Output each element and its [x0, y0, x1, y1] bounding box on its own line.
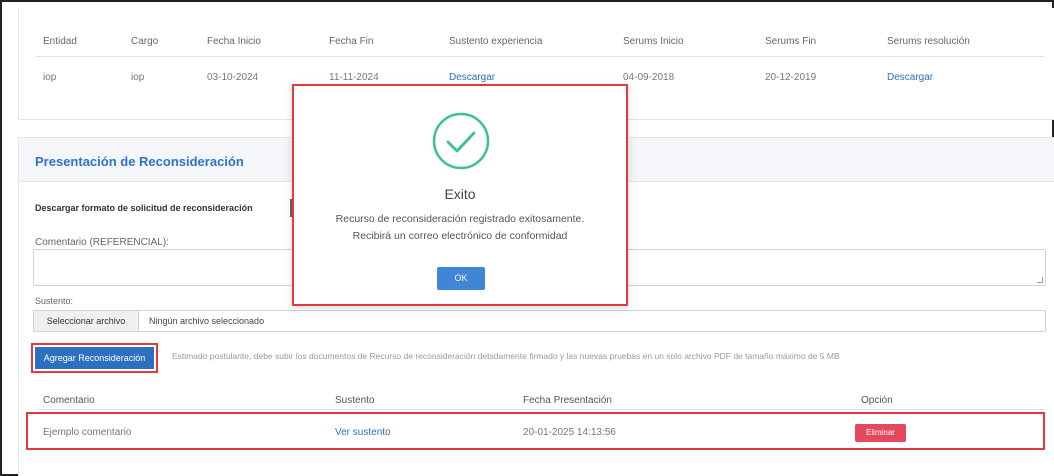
check-circle-icon — [432, 112, 490, 170]
experience-header-divider — [35, 56, 1045, 57]
page-frame: Entidad Cargo Fecha Inicio Fecha Fin Sus… — [0, 0, 1054, 476]
support-label: Sustento: — [35, 296, 74, 306]
header-serums-inicio: Serums Inicio — [623, 36, 684, 47]
section-title: Presentación de Reconsideración — [35, 154, 244, 169]
add-reconsideration-button[interactable]: Agregar Reconsideración — [35, 347, 154, 369]
header-cargo: Cargo — [131, 36, 159, 47]
select-file-button[interactable]: Seleccionar archivo — [34, 311, 139, 331]
comment-label: Comentario (REFERENCIAL): — [35, 237, 169, 248]
header-fecha-fin: Fecha Fin — [329, 36, 374, 47]
reconsideration-header-divider — [35, 409, 1045, 410]
download-format-label: Descargar formato de solicitud de recons… — [35, 203, 253, 213]
file-status: Ningún archivo seleccionado — [149, 316, 265, 326]
header-comentario: Comentario — [43, 395, 95, 406]
header-sustento: Sustento — [335, 395, 375, 406]
cell-fecha-fin: 11-11-2024 — [329, 72, 379, 83]
cell-serums-inicio: 04-09-2018 — [623, 72, 675, 83]
success-modal: Exito Recurso de reconsideración registr… — [292, 84, 628, 306]
file-input[interactable]: Seleccionar archivo Ningún archivo selec… — [33, 310, 1046, 332]
header-fecha-presentacion: Fecha Presentación — [523, 395, 612, 406]
cell-date: 20-01-2025 14:13:56 — [523, 427, 616, 438]
upload-hint: Estimado postulante, debe subir los docu… — [172, 351, 840, 361]
modal-title: Exito — [444, 186, 476, 202]
download-experience-link[interactable]: Descargar — [449, 72, 495, 83]
modal-message-line-2: Recibirá un correo electrónico de confor… — [352, 230, 568, 242]
header-entidad: Entidad — [43, 36, 77, 47]
cell-fecha-inicio: 03-10-2024 — [207, 72, 259, 83]
modal-message-line-1: Recurso de reconsideración registrado ex… — [335, 213, 585, 225]
delete-button[interactable]: Eliminar — [855, 424, 906, 442]
ok-button[interactable]: OK — [437, 267, 485, 290]
view-support-link[interactable]: Ver sustento — [335, 427, 391, 438]
resize-handle-icon[interactable] — [1037, 277, 1043, 283]
cell-comment: Ejemplo comentario — [43, 427, 132, 438]
add-button-highlight: Agregar Reconsideración — [31, 343, 158, 373]
header-opcion: Opción — [861, 395, 893, 406]
download-serums-link[interactable]: Descargar — [887, 72, 933, 83]
cell-cargo: iop — [131, 72, 145, 83]
cell-entidad: iop — [43, 72, 57, 83]
header-serums-resolucion: Serums resolución — [887, 36, 970, 47]
header-serums-fin: Serums Fin — [765, 36, 817, 47]
header-sustento-experiencia: Sustento experiencia — [449, 36, 543, 47]
cell-serums-fin: 20-12-2019 — [765, 72, 817, 83]
header-fecha-inicio: Fecha Inicio — [207, 36, 261, 47]
experience-table-header: Entidad Cargo Fecha Inicio Fecha Fin Sus… — [19, 30, 1029, 54]
